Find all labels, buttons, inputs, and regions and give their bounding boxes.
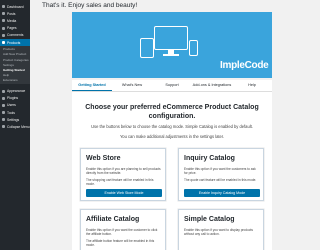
media-icon xyxy=(2,19,5,23)
sidebar-item-plugins[interactable]: Plugins xyxy=(0,95,30,102)
implecode-logo: ImpleCode xyxy=(220,60,269,71)
sidebar-item-label: Appearance xyxy=(7,89,26,94)
sidebar-item-label: Settings xyxy=(7,117,20,122)
sidebar-item-settings[interactable]: Settings xyxy=(0,116,30,123)
sidebar-item-products[interactable]: Products xyxy=(0,38,30,47)
monitor-icon xyxy=(154,26,188,50)
wrench-icon xyxy=(2,111,5,115)
sidebar-subitem-product-categories[interactable]: Product Categories xyxy=(0,58,30,63)
sidebar-item-media[interactable]: Media xyxy=(0,17,30,24)
sidebar-item-label: Plugins xyxy=(7,96,19,101)
dashboard-icon xyxy=(2,5,5,9)
getting-started-panel: Choose your preferred eCommerce Product … xyxy=(72,92,272,250)
plugin-icon xyxy=(2,96,5,100)
card-title: Web Store xyxy=(86,155,121,162)
sidebar-subitem-extensions[interactable]: Extensions xyxy=(0,78,30,83)
tab-add-ons[interactable]: Add-ons & Integrations xyxy=(192,80,232,91)
admin-sidebar: Dashboard Posts Media Pages Comments Pro… xyxy=(0,0,30,250)
phone-icon xyxy=(189,40,198,56)
sidebar-item-label: Dashboard xyxy=(7,4,24,9)
sidebar-item-appearance[interactable]: Appearance xyxy=(0,87,30,94)
card-title: Inquiry Catalog xyxy=(184,155,235,162)
enable-web-store-button[interactable]: Enable Web Store Mode xyxy=(86,189,162,197)
card-text-2: The affiliate button feature will be ena… xyxy=(86,239,155,248)
sidebar-item-dashboard[interactable]: Dashboard xyxy=(0,3,30,10)
sidebar-item-collapse-menu[interactable]: Collapse Menu xyxy=(0,123,30,130)
tablet-icon xyxy=(140,38,154,58)
sidebar-item-users[interactable]: Users xyxy=(0,102,30,109)
comment-icon xyxy=(2,33,5,37)
main-content: That's it. Enjoy sales and beauty! Imple… xyxy=(30,0,272,250)
tab-support[interactable]: Support xyxy=(152,80,192,91)
sidebar-item-label: Collapse Menu xyxy=(7,124,30,129)
sidebar-item-pages[interactable]: Pages xyxy=(0,25,30,32)
users-icon xyxy=(2,103,5,107)
card-simple-catalog: Simple Catalog Enable this option if you… xyxy=(178,209,264,250)
page-icon xyxy=(2,26,5,30)
monitor-base xyxy=(163,54,179,56)
card-text: Enable this option if you want the custo… xyxy=(86,228,158,237)
tab-whats-new[interactable]: What's New xyxy=(112,80,152,91)
card-text-2: The quote cart feature will be enabled i… xyxy=(184,178,257,182)
card-text: Enable this option if you want the custo… xyxy=(184,167,256,176)
card-text: Enable this option if you are planning t… xyxy=(86,167,161,176)
tab-help[interactable]: Help xyxy=(232,80,272,91)
description-text-2: You can make additional adjustments in t… xyxy=(119,134,225,139)
sidebar-item-comments[interactable]: Comments xyxy=(0,32,30,39)
sidebar-item-label: Media xyxy=(7,18,17,23)
sidebar-item-label: Users xyxy=(7,103,16,108)
sidebar-item-label: Products xyxy=(7,40,21,45)
enable-inquiry-catalog-button[interactable]: Enable Inquiry Catalog Mode xyxy=(184,189,260,197)
settings-icon xyxy=(2,118,5,122)
sidebar-submenu: Products Add New Product Product Categor… xyxy=(0,46,30,85)
welcome-message: That's it. Enjoy sales and beauty! xyxy=(42,2,138,9)
card-text-2: The shopping cart feature will be enable… xyxy=(86,178,154,187)
sidebar-item-posts[interactable]: Posts xyxy=(0,10,30,17)
description-text: Use the buttons below to choose the cata… xyxy=(91,124,253,129)
card-title: Simple Catalog xyxy=(184,216,235,223)
card-title: Affiliate Catalog xyxy=(86,216,140,223)
tab-bar: Getting Started What's New Support Add-o… xyxy=(72,80,272,92)
hero-banner: ImpleCode xyxy=(72,12,272,78)
page-title: Choose your preferred eCommerce Product … xyxy=(85,104,259,120)
sidebar-item-label: Posts xyxy=(7,11,16,16)
brush-icon xyxy=(2,89,5,93)
collapse-icon xyxy=(2,125,5,129)
card-inquiry-catalog: Inquiry Catalog Enable this option if yo… xyxy=(178,148,264,201)
sidebar-item-label: Comments xyxy=(7,33,24,38)
card-affiliate-catalog: Affiliate Catalog Enable this option if … xyxy=(80,209,166,250)
sidebar-item-label: Pages xyxy=(7,26,17,31)
tab-getting-started[interactable]: Getting Started xyxy=(72,80,112,91)
products-icon xyxy=(2,41,5,45)
pin-icon xyxy=(2,12,5,16)
sidebar-item-label: Tools xyxy=(7,110,15,115)
card-web-store: Web Store Enable this option if you are … xyxy=(80,148,166,201)
card-text: Enable this option if you want to displa… xyxy=(184,228,253,237)
sidebar-item-tools[interactable]: Tools xyxy=(0,109,30,116)
sidebar-subitem-add-new-product[interactable]: Add New Product xyxy=(0,52,30,57)
app-window: Dashboard Posts Media Pages Comments Pro… xyxy=(0,0,272,250)
